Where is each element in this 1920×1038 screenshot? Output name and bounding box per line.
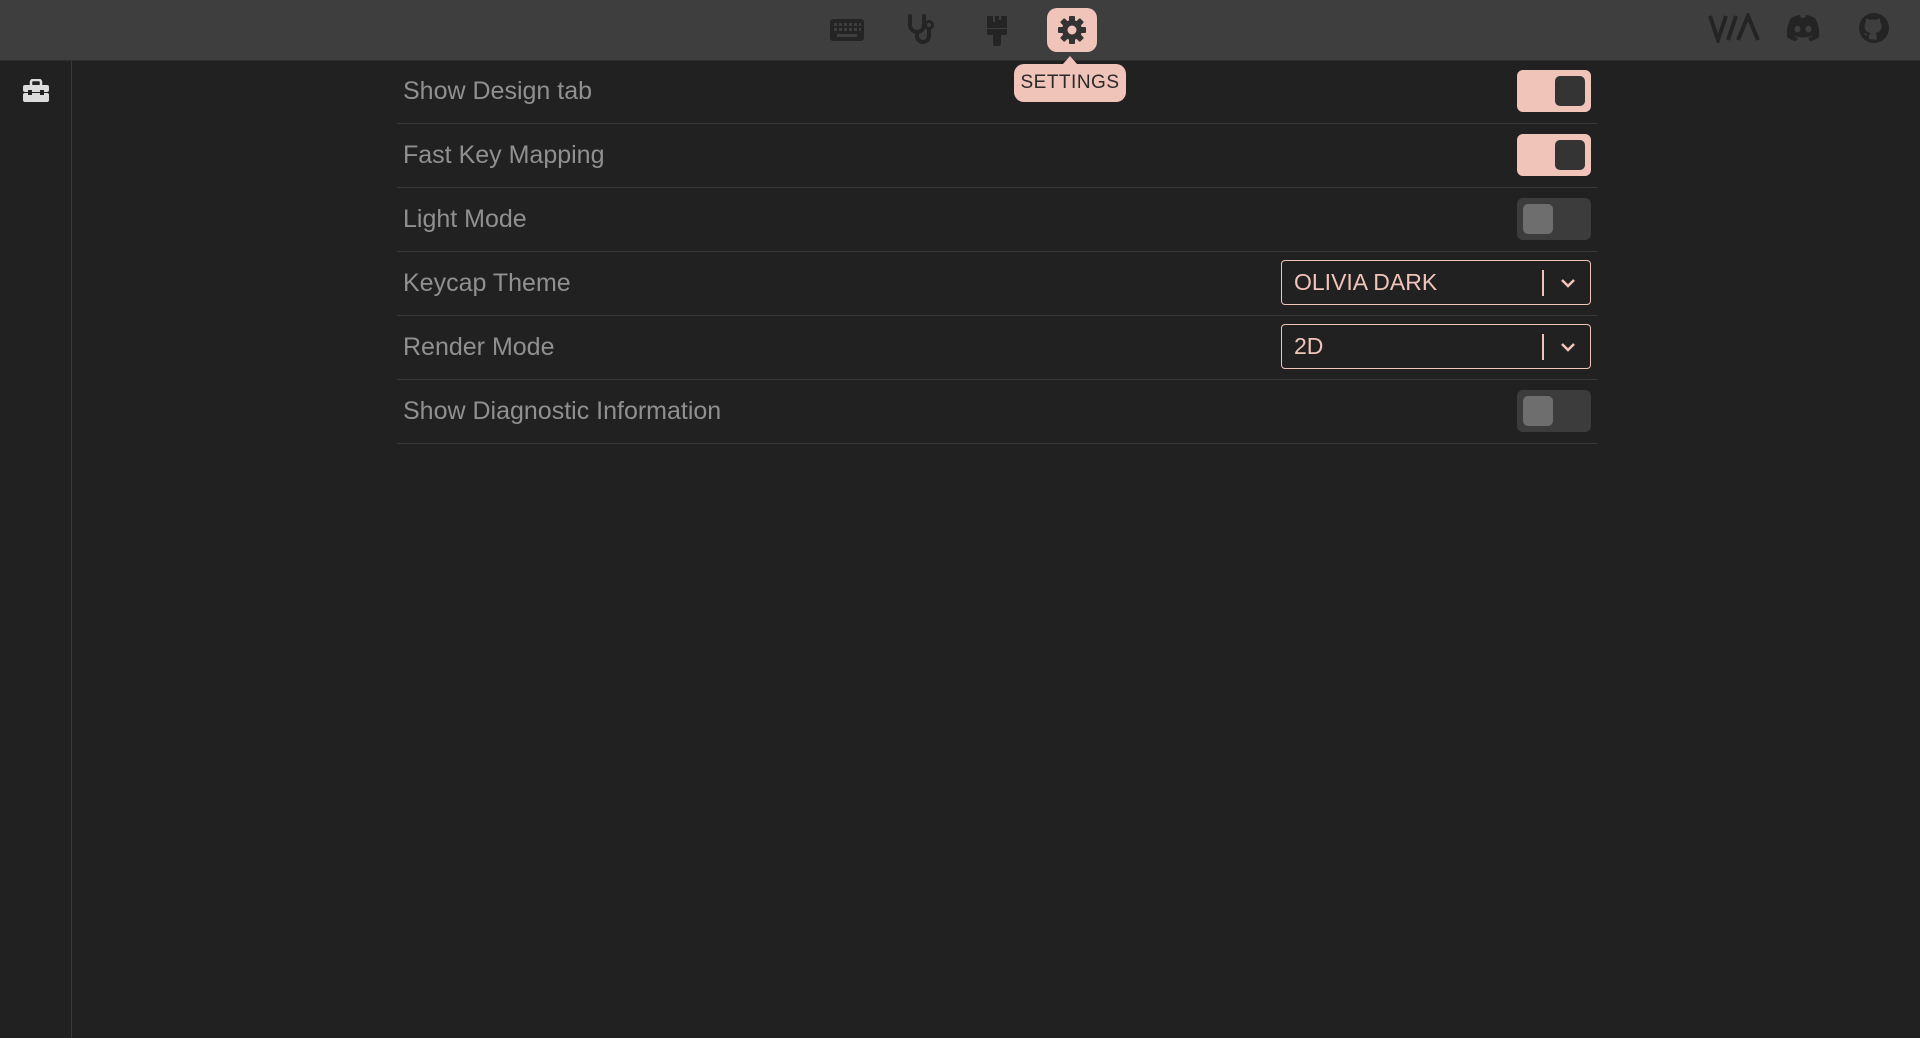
toggle-knob <box>1555 76 1585 106</box>
github-link[interactable] <box>1858 12 1890 48</box>
via-logo[interactable] <box>1708 10 1762 48</box>
setting-row-show-design-tab: Show Design tab <box>397 60 1597 124</box>
toggle-knob <box>1555 140 1585 170</box>
configure-tab[interactable] <box>822 8 872 52</box>
toolbox-button[interactable] <box>22 78 50 107</box>
select-value: OLIVIA DARK <box>1294 269 1438 295</box>
settings-tab[interactable] <box>1047 8 1097 52</box>
discord-link[interactable] <box>1785 12 1821 48</box>
setting-row-light-mode: Light Mode <box>397 188 1597 252</box>
discord-icon <box>1785 14 1821 47</box>
chevron-down-icon <box>1558 273 1578 293</box>
toggle-knob <box>1523 396 1553 426</box>
setting-label: Show Design tab <box>403 77 593 105</box>
select-separator <box>1542 270 1544 296</box>
fast-key-mapping-toggle[interactable] <box>1517 134 1591 176</box>
setting-label: Render Mode <box>403 333 555 361</box>
show-diagnostic-information-toggle[interactable] <box>1517 390 1591 432</box>
gear-icon <box>1057 15 1087 45</box>
keyboard-icon <box>829 18 865 42</box>
select-value: 2D <box>1294 333 1324 359</box>
setting-label: Keycap Theme <box>403 269 571 297</box>
sidebar <box>0 61 72 1038</box>
setting-row-show-diagnostic-information: Show Diagnostic Information <box>397 380 1597 444</box>
light-mode-toggle[interactable] <box>1517 198 1591 240</box>
stethoscope-icon <box>905 14 939 46</box>
chevron-down-icon <box>1558 337 1578 357</box>
paintbrush-icon <box>984 14 1010 46</box>
setting-label: Light Mode <box>403 205 527 233</box>
render-mode-select[interactable]: 2D <box>1281 324 1591 369</box>
via-logo-icon <box>1708 10 1762 48</box>
setting-row-keycap-theme: Keycap Theme OLIVIA DARK <box>397 252 1597 316</box>
setting-label: Fast Key Mapping <box>403 141 605 169</box>
setting-row-fast-key-mapping: Fast Key Mapping <box>397 124 1597 188</box>
select-separator <box>1542 334 1544 360</box>
setting-row-render-mode: Render Mode 2D <box>397 316 1597 380</box>
test-tab[interactable] <box>897 8 947 52</box>
setting-label: Show Diagnostic Information <box>403 397 722 425</box>
design-tab[interactable] <box>972 8 1022 52</box>
github-icon <box>1858 12 1890 49</box>
keycap-theme-select[interactable]: OLIVIA DARK <box>1281 260 1591 305</box>
toolbox-icon <box>22 78 50 107</box>
settings-panel: Show Design tab Fast Key Mapping Light M… <box>397 60 1597 444</box>
toggle-knob <box>1523 204 1553 234</box>
top-navigation-bar <box>0 0 1920 61</box>
show-design-tab-toggle[interactable] <box>1517 70 1591 112</box>
